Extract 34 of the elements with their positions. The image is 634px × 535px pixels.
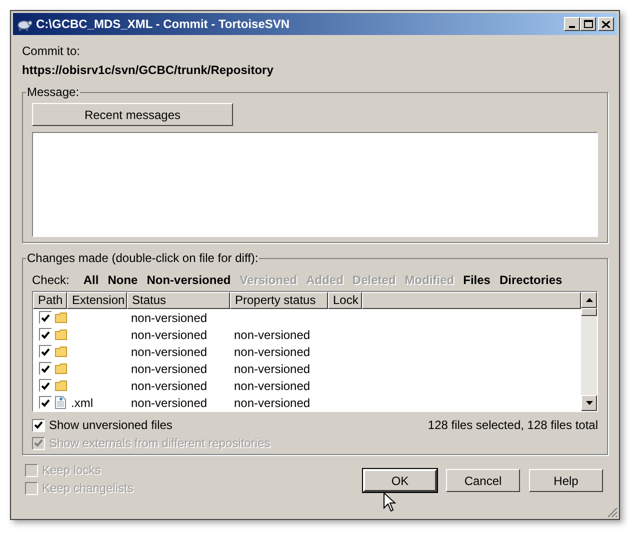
window-title: C:\GCBC_MDS_XML - Commit - TortoiseSVN (36, 16, 291, 33)
table-cell: non-versioned (234, 362, 310, 376)
file-count-summary: 128 files selected, 128 files total (428, 417, 598, 434)
table-cell: non-versioned (234, 328, 310, 342)
table-cell: non-versioned (131, 396, 208, 410)
table-cell: non-versioned (131, 310, 208, 324)
filter-link[interactable]: Files (463, 271, 490, 289)
table-cell: non-versioned (131, 344, 208, 358)
filter-link[interactable]: Non-versioned (146, 271, 231, 289)
table-cell: non-versioned (234, 378, 310, 392)
table-cell: non-versioned (234, 344, 310, 358)
repository-url: https://obisrv1c/svn/GCBC/trunk/Repository (22, 62, 274, 78)
column-header[interactable]: Lock (328, 292, 362, 309)
column-header[interactable]: Property status (230, 292, 328, 309)
group-label: Changes made (double-click on file for diff): (26, 250, 260, 267)
filter-link[interactable]: None (108, 271, 138, 289)
filter-link[interactable]: Directories (499, 271, 562, 289)
recent-messages-button[interactable]: Recent messages (32, 103, 233, 126)
commit-to-label: Commit to: (22, 43, 82, 59)
column-header[interactable]: Path (33, 292, 67, 309)
dialog-button[interactable]: Help (529, 469, 603, 492)
group-label: Message: (26, 84, 80, 101)
table-cell: non-versioned (131, 328, 208, 342)
table-cell: non-versioned (131, 378, 208, 392)
table-cell: .xml (71, 396, 93, 410)
checkbox-label[interactable]: Show unversioned files (49, 416, 172, 434)
check-label: Check: (32, 272, 70, 289)
column-header[interactable]: Status (127, 292, 230, 309)
table-cell: non-versioned (131, 362, 208, 376)
table-cell: non-versioned (234, 396, 310, 410)
dialog-button[interactable]: OK (363, 469, 437, 492)
dialog-button[interactable]: Cancel (446, 469, 520, 492)
filter-link[interactable]: All (83, 271, 99, 289)
column-header[interactable]: Extension (67, 292, 127, 309)
